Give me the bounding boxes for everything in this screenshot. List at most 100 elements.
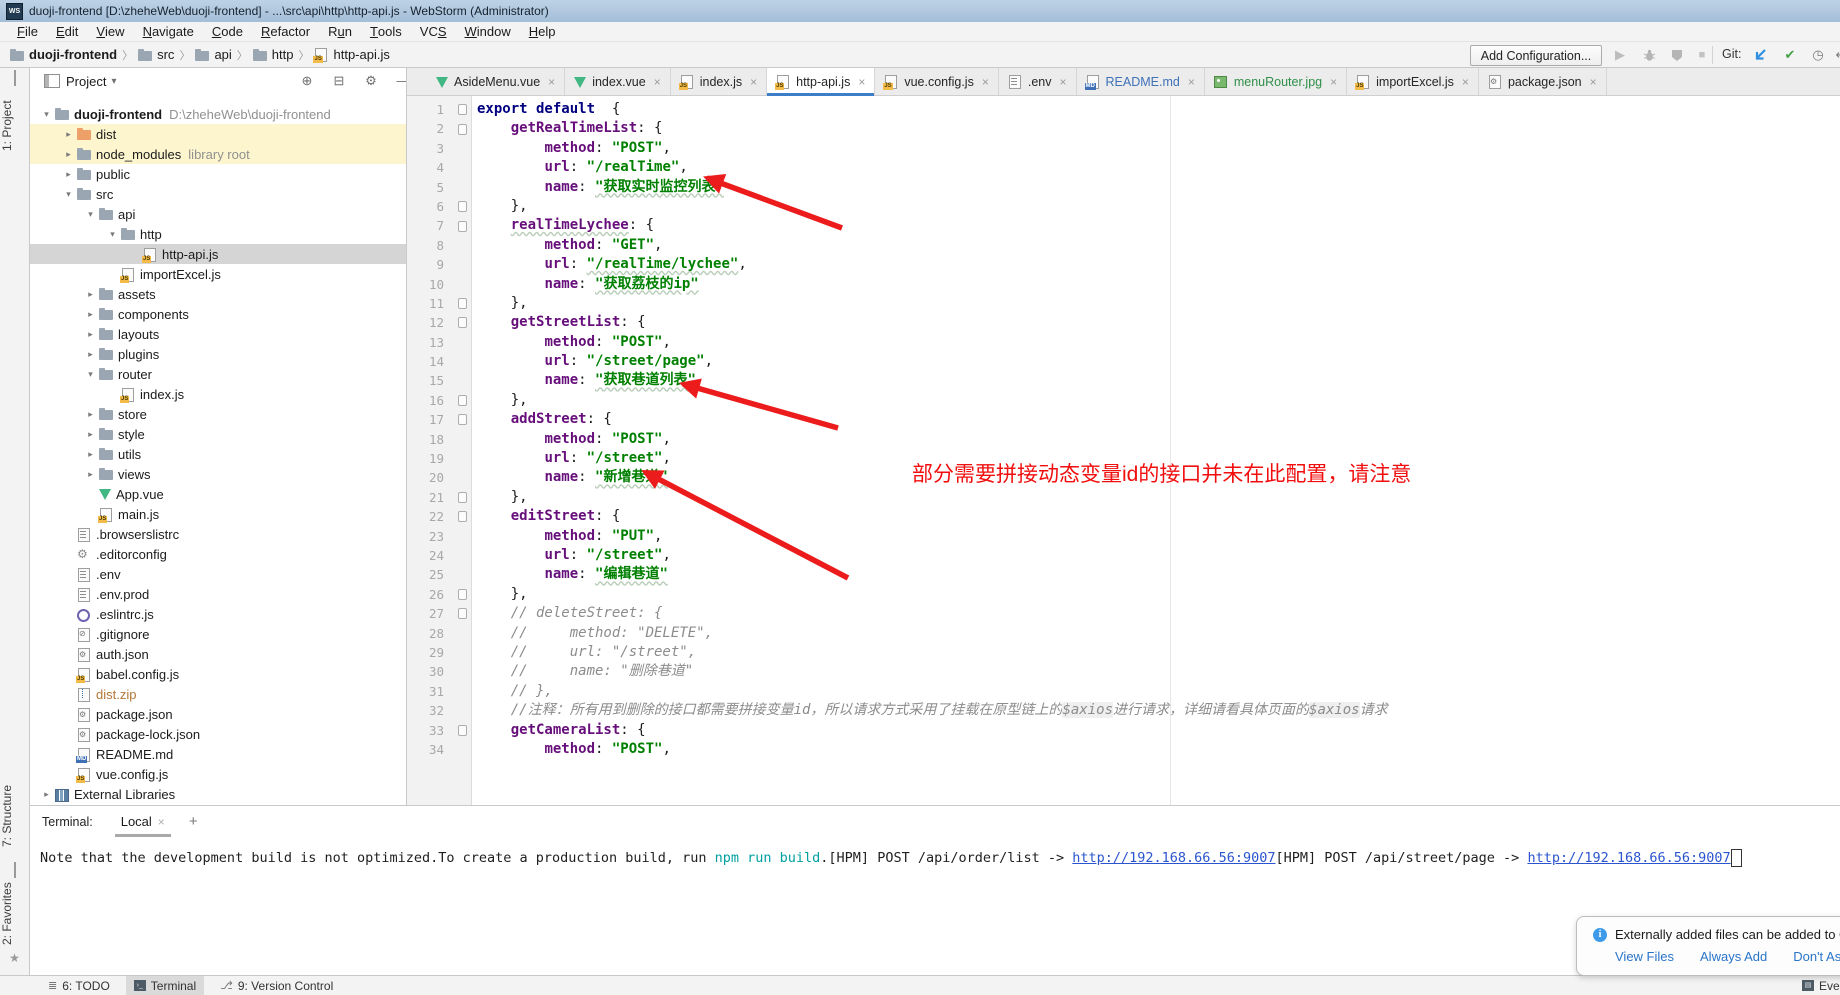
tree-item-style[interactable]: ▸style bbox=[30, 424, 406, 444]
tree-item-utils[interactable]: ▸utils bbox=[30, 444, 406, 464]
fold-marker[interactable] bbox=[453, 721, 471, 740]
fold-marker[interactable] bbox=[453, 604, 471, 623]
menu-item-navigate[interactable]: Navigate bbox=[134, 22, 203, 41]
tree-item-main.js[interactable]: JSmain.js bbox=[30, 504, 406, 524]
tree-item-.env.prod[interactable]: .env.prod bbox=[30, 584, 406, 604]
status-item-6-todo[interactable]: ≣6: TODO bbox=[40, 976, 118, 995]
terminal-cursor[interactable] bbox=[1731, 849, 1742, 867]
chevron-closed-icon[interactable]: ▸ bbox=[82, 409, 99, 420]
chevron-open-icon[interactable]: ▾ bbox=[82, 209, 99, 220]
debug-icon[interactable] bbox=[1641, 47, 1657, 63]
fold-marker[interactable] bbox=[453, 294, 471, 313]
tree-item-.editorconfig[interactable]: ⚙.editorconfig bbox=[30, 544, 406, 564]
fold-marker[interactable] bbox=[453, 313, 471, 332]
tree-item-components[interactable]: ▸components bbox=[30, 304, 406, 324]
chevron-down-icon[interactable]: ▾ bbox=[111, 76, 116, 87]
title-bar[interactable]: WS duoji-frontend [D:\zheheWeb\duoji-fro… bbox=[0, 0, 1840, 22]
stop-icon[interactable]: ■ bbox=[1694, 47, 1710, 63]
notification-action-don-t-ask-again[interactable]: Don't Ask Again bbox=[1793, 949, 1840, 964]
rollback-icon[interactable]: ↩ bbox=[1833, 47, 1840, 63]
tree-item-store[interactable]: ▸store bbox=[30, 404, 406, 424]
tree-item-importExcel.js[interactable]: JSimportExcel.js bbox=[30, 264, 406, 284]
tree-item-App.vue[interactable]: App.vue bbox=[30, 484, 406, 504]
close-icon[interactable]: × bbox=[1590, 75, 1597, 89]
chevron-closed-icon[interactable]: ▸ bbox=[60, 169, 77, 180]
tab-index.js[interactable]: JSindex.js× bbox=[671, 68, 767, 95]
close-icon[interactable]: × bbox=[548, 75, 555, 89]
fold-marker[interactable] bbox=[453, 488, 471, 507]
tab-.env[interactable]: .env× bbox=[999, 68, 1077, 95]
git-update-icon[interactable] bbox=[1752, 47, 1768, 63]
breadcrumb-item-http[interactable]: http bbox=[253, 47, 294, 62]
breadcrumb-item-http-api.js[interactable]: JShttp-api.js bbox=[314, 47, 389, 62]
menu-item-tools[interactable]: Tools bbox=[361, 22, 411, 41]
git-commit-icon[interactable]: ✔ bbox=[1782, 47, 1798, 63]
chevron-open-icon[interactable]: ▾ bbox=[60, 189, 77, 200]
tree-item-layouts[interactable]: ▸layouts bbox=[30, 324, 406, 344]
run-with-coverage-icon[interactable] bbox=[1669, 47, 1685, 63]
chevron-open-icon[interactable]: ▾ bbox=[82, 369, 99, 380]
close-icon[interactable]: × bbox=[654, 75, 661, 89]
fold-marker[interactable] bbox=[453, 197, 471, 216]
run-icon[interactable]: ▶ bbox=[1612, 47, 1628, 63]
tab-README.md[interactable]: MDREADME.md× bbox=[1077, 68, 1205, 95]
tab-vue.config.js[interactable]: JSvue.config.js× bbox=[875, 68, 999, 95]
tree-item-External Libraries[interactable]: ▸External Libraries bbox=[30, 784, 406, 804]
history-icon[interactable]: ◷ bbox=[1810, 47, 1826, 63]
menu-item-view[interactable]: View bbox=[87, 22, 133, 41]
project-panel-header[interactable]: Project ▾ ⊕ ⊟ ⚙ — bbox=[30, 68, 406, 94]
fold-marker[interactable] bbox=[453, 119, 471, 138]
panel-settings-icon[interactable]: ⚙ bbox=[362, 73, 380, 89]
menu-item-file[interactable]: File bbox=[8, 22, 47, 41]
add-configuration-button[interactable]: Add Configuration... bbox=[1470, 45, 1602, 66]
menu-item-run[interactable]: Run bbox=[319, 22, 361, 41]
tree-item-http[interactable]: ▾http bbox=[30, 224, 406, 244]
tab-index.vue[interactable]: index.vue× bbox=[565, 68, 671, 95]
tree-item-.eslintrc.js[interactable]: .eslintrc.js bbox=[30, 604, 406, 624]
fold-marker[interactable] bbox=[453, 507, 471, 526]
sidebar-item-project[interactable]: 1: Project bbox=[0, 90, 29, 162]
chevron-closed-icon[interactable]: ▸ bbox=[82, 429, 99, 440]
fold-marker[interactable] bbox=[453, 100, 471, 119]
sidebar-item-favorites[interactable]: 2: Favorites bbox=[0, 878, 29, 950]
new-terminal-icon[interactable]: + bbox=[189, 813, 198, 830]
breadcrumb-item-src[interactable]: src bbox=[138, 47, 174, 62]
menu-item-vcs[interactable]: VCS bbox=[411, 22, 456, 41]
chevron-open-icon[interactable]: ▾ bbox=[38, 109, 55, 120]
notification-action-view-files[interactable]: View Files bbox=[1615, 949, 1674, 964]
menu-item-window[interactable]: Window bbox=[456, 22, 520, 41]
close-icon[interactable]: × bbox=[982, 75, 989, 89]
tab-importExcel.js[interactable]: JSimportExcel.js× bbox=[1347, 68, 1479, 95]
close-icon[interactable]: × bbox=[1188, 75, 1195, 89]
tree-item-assets[interactable]: ▸assets bbox=[30, 284, 406, 304]
collapse-all-icon[interactable]: ⊟ bbox=[330, 73, 348, 89]
tree-item-router[interactable]: ▾router bbox=[30, 364, 406, 384]
breadcrumb-item-api[interactable]: api bbox=[195, 47, 231, 62]
favorites-star-icon[interactable]: ★ bbox=[8, 952, 21, 965]
terminal-tab-local[interactable]: Local × bbox=[115, 806, 171, 837]
menu-item-refactor[interactable]: Refactor bbox=[252, 22, 319, 41]
tree-item-.browserslistrc[interactable]: .browserslistrc bbox=[30, 524, 406, 544]
chevron-closed-icon[interactable]: ▸ bbox=[60, 129, 77, 140]
tree-item-api[interactable]: ▾api bbox=[30, 204, 406, 224]
terminal-panel[interactable]: Terminal: Local × + Note that the develo… bbox=[30, 805, 1840, 975]
menu-item-help[interactable]: Help bbox=[520, 22, 565, 41]
close-icon[interactable]: × bbox=[1462, 75, 1469, 89]
menu-item-code[interactable]: Code bbox=[203, 22, 252, 41]
tree-item-plugins[interactable]: ▸plugins bbox=[30, 344, 406, 364]
chevron-open-icon[interactable]: ▾ bbox=[104, 229, 121, 240]
chevron-closed-icon[interactable]: ▸ bbox=[82, 349, 99, 360]
tree-item-dist.zip[interactable]: dist.zip bbox=[30, 684, 406, 704]
tree-item-auth.json[interactable]: ⚙auth.json bbox=[30, 644, 406, 664]
tree-item-http-api.js[interactable]: JShttp-api.js bbox=[30, 244, 406, 264]
tree-item-package.json[interactable]: ⚙package.json bbox=[30, 704, 406, 724]
tree-item-package-lock.json[interactable]: ⚙package-lock.json bbox=[30, 724, 406, 744]
chevron-closed-icon[interactable]: ▸ bbox=[82, 329, 99, 340]
tree-item-public[interactable]: ▸public bbox=[30, 164, 406, 184]
tab-AsideMenu.vue[interactable]: AsideMenu.vue× bbox=[427, 68, 565, 95]
chevron-closed-icon[interactable]: ▸ bbox=[82, 289, 99, 300]
tab-http-api.js[interactable]: JShttp-api.js× bbox=[767, 68, 875, 95]
chevron-closed-icon[interactable]: ▸ bbox=[82, 469, 99, 480]
terminal-link[interactable]: http://192.168.66.56:9007 bbox=[1527, 850, 1730, 866]
tree-item-index.js[interactable]: JSindex.js bbox=[30, 384, 406, 404]
